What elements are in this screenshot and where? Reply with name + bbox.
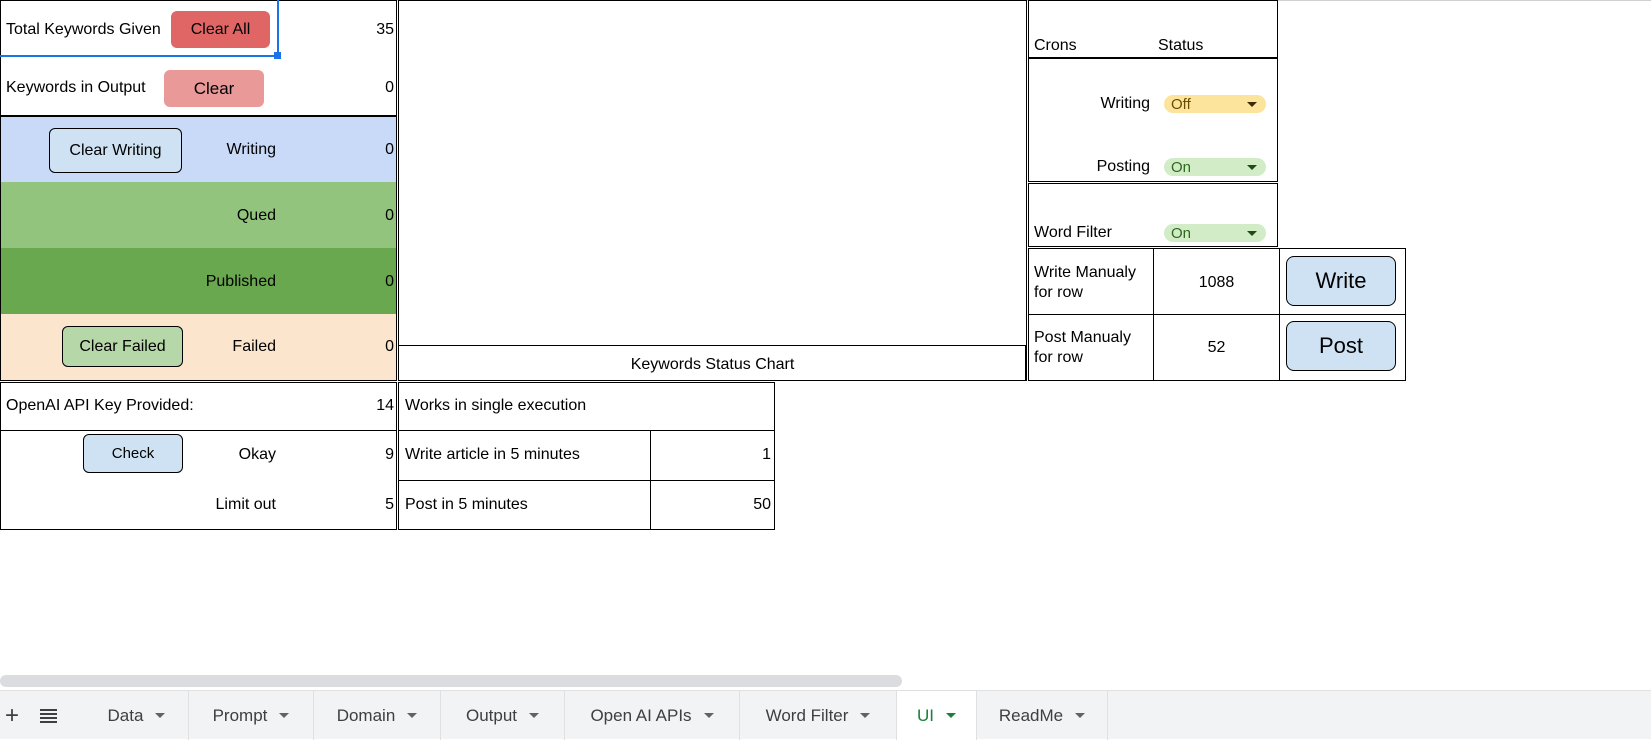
failed-label: Failed [232,338,276,355]
tab-label: Word Filter [765,705,849,725]
dropdown-arrow-icon [1247,231,1257,236]
tab-label: ReadMe [998,705,1064,725]
selected-cell-outline [0,0,279,57]
execution-col-divider [650,430,651,530]
clear-button[interactable]: Clear [164,70,264,107]
tab-output[interactable]: Output [441,691,565,740]
chart-caption: Keywords Status Chart [630,356,795,373]
cron-writing-label: Writing [1100,95,1151,112]
write-article-label: Write article in 5 minutes [405,446,580,463]
tab-dropdown-icon [155,713,166,718]
tab-label: Prompt [212,705,268,725]
post-value: 50 [753,496,771,513]
write-manual-label: Write Manualy for row [1034,264,1136,301]
word-filter-status-value: On [1171,224,1192,242]
add-sheet-icon[interactable]: + [2,691,22,740]
writing-label: Writing [226,141,277,158]
okay-label: Okay [238,446,276,463]
word-filter-status-dropdown[interactable]: On [1164,224,1266,242]
tab-label: Output [465,705,518,725]
tab-dropdown-icon [860,713,871,718]
chart-caption-divider [398,345,1027,346]
horizontal-scrollbar-thumb[interactable] [0,675,902,687]
check-button[interactable]: Check [83,434,183,473]
post-button[interactable]: Post [1286,321,1396,371]
limit-out-value: 5 [385,496,394,513]
cron-writing-status-dropdown[interactable]: Off [1164,95,1266,113]
chart-panel [398,0,1027,381]
post-manual-row-value: 52 [1207,339,1226,356]
manual-row-divider [1028,314,1406,315]
tab-word-filter[interactable]: Word Filter [740,691,897,740]
failed-value: 0 [385,338,394,355]
tab-readme[interactable]: ReadMe [977,691,1108,740]
api-key-label: OpenAI API Key Provided: [6,397,194,414]
word-filter-label: Word Filter [1034,224,1112,241]
clear-writing-button[interactable]: Clear Writing [49,128,182,173]
execution-divider-1 [398,430,775,431]
dropdown-arrow-icon [1247,102,1257,107]
tab-label: Open AI APIs [590,705,692,725]
published-value: 0 [385,273,394,290]
manual-col-divider-2 [1279,248,1280,381]
okay-value: 9 [385,446,394,463]
qued-label: Qued [236,207,276,224]
tab-dropdown-icon [529,713,540,718]
post-label: Post in 5 minutes [405,496,528,513]
dropdown-arrow-icon [1247,165,1257,170]
keywords-output-label: Keywords in Output [6,79,146,96]
status-header: Status [1158,37,1204,54]
published-label: Published [205,273,276,290]
tab-data[interactable]: Data [85,691,189,740]
tab-label: UI [917,705,934,725]
post-manual-label: Post Manualy for row [1034,329,1131,366]
tab-dropdown-icon [703,713,714,718]
limit-out-label: Limit out [215,496,276,513]
tab-prompt[interactable]: Prompt [189,691,314,740]
tab-domain[interactable]: Domain [314,691,441,740]
execution-header: Works in single execution [405,397,587,414]
list-icon [39,708,57,723]
tab-dropdown-icon [946,713,956,718]
qued-value: 0 [385,207,394,224]
crons-header-divider [1028,57,1278,59]
cron-posting-label: Posting [1096,158,1150,175]
sheet-tab-bar: + Data Prompt Domain Output Open AI APIs… [0,690,1651,740]
write-article-value: 1 [762,446,771,463]
crons-header: Crons [1034,37,1077,54]
write-manual-row-value: 1088 [1198,274,1235,291]
clear-failed-button[interactable]: Clear Failed [62,326,183,367]
tab-dropdown-icon [1075,713,1086,718]
all-sheets-list-icon[interactable] [38,691,58,740]
execution-divider-2 [398,480,775,481]
selection-fill-handle[interactable] [274,52,281,59]
api-key-value: 14 [376,397,394,414]
cron-posting-status-dropdown[interactable]: On [1164,158,1266,176]
tab-ui[interactable]: UI [897,691,977,740]
tab-label: Domain [336,705,396,725]
keywords-output-value: 0 [385,79,394,96]
total-keywords-value: 35 [376,21,394,38]
cron-writing-status-value: Off [1171,95,1191,113]
tab-dropdown-icon [407,713,418,718]
tab-open-ai-apis[interactable]: Open AI APIs [565,691,740,740]
cron-posting-status-value: On [1171,158,1192,176]
writing-value: 0 [385,141,394,158]
api-panel-divider [0,430,397,431]
tab-dropdown-icon [279,713,290,718]
tab-label: Data [107,705,144,725]
write-button[interactable]: Write [1286,256,1396,306]
